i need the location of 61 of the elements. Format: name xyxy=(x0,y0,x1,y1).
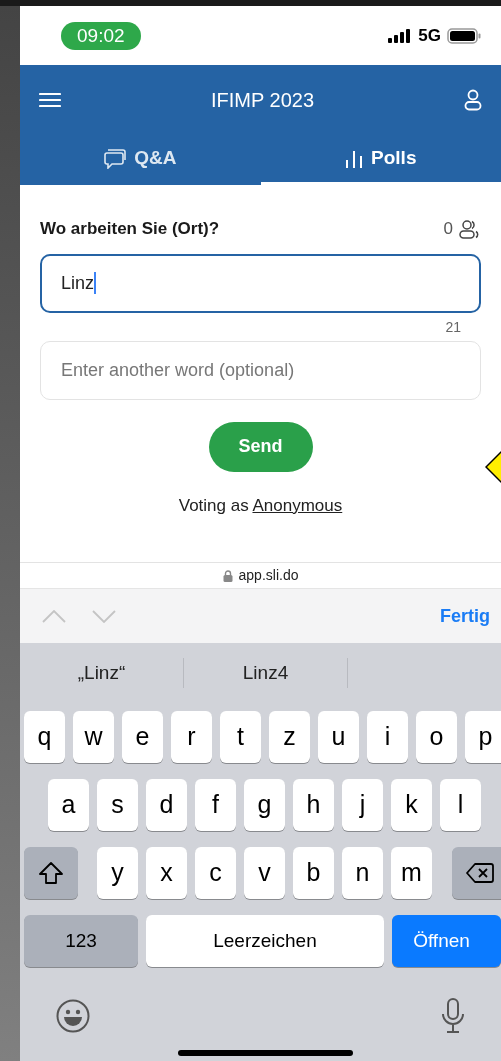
keyboard-key[interactable]: e xyxy=(122,711,163,763)
keyboard-key[interactable]: p xyxy=(465,711,501,763)
menu-icon[interactable] xyxy=(39,92,61,108)
keyboard-key[interactable]: f xyxy=(195,779,236,831)
keyboard-key[interactable]: m xyxy=(391,847,432,899)
text-cursor xyxy=(94,272,97,294)
status-time: 09:02 xyxy=(61,21,141,50)
suggestion[interactable]: „Linz“ xyxy=(20,658,183,688)
shift-arrow-icon xyxy=(39,862,63,884)
keyboard-key[interactable]: w xyxy=(73,711,114,763)
participant-count: 0 xyxy=(443,218,453,240)
microphone-icon[interactable] xyxy=(441,998,465,1034)
backspace-icon xyxy=(466,863,494,883)
character-counter: 21 xyxy=(445,317,461,337)
keyboard-key[interactable]: o xyxy=(416,711,457,763)
keyboard-key[interactable]: n xyxy=(342,847,383,899)
battery-icon xyxy=(447,27,481,44)
keyboard-key[interactable]: h xyxy=(293,779,334,831)
people-icon xyxy=(459,218,481,239)
diamond-marker xyxy=(485,449,501,485)
keyboard-key[interactable]: a xyxy=(48,779,89,831)
app-title: IFIMP 2023 xyxy=(211,88,314,113)
emoji-icon[interactable] xyxy=(56,999,90,1033)
space-key[interactable]: Leerzeichen xyxy=(146,915,384,967)
lock-icon xyxy=(222,569,233,582)
tab[interactable]: Q&A xyxy=(20,135,261,185)
keyboard-key[interactable]: c xyxy=(195,847,236,899)
keyboard-key[interactable]: u xyxy=(318,711,359,763)
chat-bubbles-icon xyxy=(104,148,127,169)
keyboard-key[interactable]: l xyxy=(440,779,481,831)
keyboard-key[interactable]: b xyxy=(293,847,334,899)
keyboard-key[interactable]: d xyxy=(146,779,187,831)
keyboard-key[interactable]: y xyxy=(97,847,138,899)
keyboard-key[interactable]: q xyxy=(24,711,65,763)
keyboard-key[interactable]: x xyxy=(146,847,187,899)
answer-field[interactable]: Linz xyxy=(40,253,481,313)
done-button[interactable]: Fertig xyxy=(440,602,490,630)
signal-icon xyxy=(388,28,413,43)
poll-question: Wo arbeiten Sie (Ort)? xyxy=(40,218,220,240)
word-field[interactable]: Enter another word (optional) xyxy=(40,340,481,400)
keyboard-key[interactable]: i xyxy=(367,711,408,763)
backspace-key[interactable] xyxy=(452,847,501,899)
url-text: app.sli.do xyxy=(238,566,299,585)
bar-chart-icon xyxy=(345,149,364,168)
keyboard-key[interactable]: v xyxy=(244,847,285,899)
user-icon[interactable] xyxy=(464,89,482,111)
shift-key[interactable] xyxy=(24,847,78,899)
tab[interactable]: Polls xyxy=(260,135,501,185)
keyboard-key[interactable]: z xyxy=(269,711,310,763)
keyboard-key[interactable]: r xyxy=(171,711,212,763)
voting-note: Voting as Anonymous xyxy=(178,494,343,517)
keyboard-key[interactable]: k xyxy=(391,779,432,831)
keyboard-key[interactable]: s xyxy=(97,779,138,831)
suggestion[interactable]: Linz4 xyxy=(184,658,347,688)
keyboard-key[interactable]: t xyxy=(220,711,261,763)
open-key[interactable]: Öffnen xyxy=(392,915,501,967)
numbers-key[interactable]: 123 xyxy=(24,915,138,967)
network-label: 5G xyxy=(418,24,441,47)
anonymous-link[interactable]: Anonymous xyxy=(252,495,343,515)
keyboard-key[interactable]: g xyxy=(244,779,285,831)
keyboard-key[interactable]: j xyxy=(342,779,383,831)
